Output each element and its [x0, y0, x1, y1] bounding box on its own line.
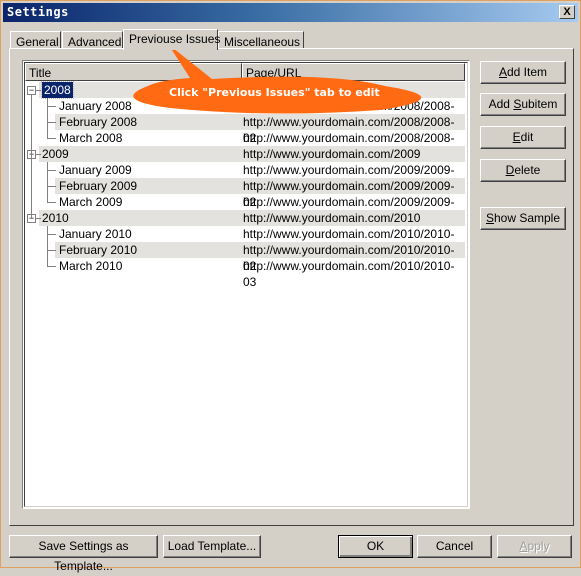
column-title-label: Title	[29, 66, 52, 80]
annotation-text: Click "Previous Issues" tab to edit	[169, 86, 380, 99]
row-url: http://www.yourdomain.com/2010/2010-03	[243, 259, 455, 289]
row-title: March 2010	[59, 259, 123, 273]
tree-item-row[interactable]: January 2009 http://www.yourdomain.com/20…	[25, 162, 465, 193]
row-title: 2009	[42, 147, 69, 161]
tree-connector	[47, 114, 48, 130]
tree-connector	[47, 178, 48, 194]
tab-general[interactable]: General	[10, 31, 61, 49]
tree-connector	[47, 226, 48, 242]
tab-label: Miscellaneous	[224, 35, 301, 49]
tree-connector	[47, 258, 48, 266]
delete-button[interactable]: Delete	[480, 159, 566, 182]
edit-button[interactable]: Edit	[480, 126, 566, 149]
tree-connector	[47, 234, 56, 235]
row-title: February 2008	[59, 115, 138, 129]
tree-item-row[interactable]: February 2008 http://www.yourdomain.com/2…	[25, 114, 465, 145]
tree-connector	[36, 90, 41, 91]
tree-connector	[47, 122, 56, 123]
tree-item-row[interactable]: January 2010 http://www.yourdomain.com/20…	[25, 226, 465, 257]
tree-connector	[47, 170, 56, 171]
cancel-button[interactable]: Cancel	[417, 535, 492, 558]
row-url: http://www.yourdomain.com/2009	[243, 147, 421, 161]
tree-connector	[47, 130, 48, 138]
row-title: January 2010	[59, 227, 132, 241]
tree-connector	[47, 138, 56, 139]
tree-item-row[interactable]: March 2008 http://www.yourdomain.com/2008…	[25, 130, 465, 161]
add-item-button[interactable]: Add Item	[480, 61, 566, 84]
row-title: 2010	[42, 211, 69, 225]
row-title: 2008	[41, 81, 74, 99]
issues-tree-list[interactable]: Title Page/URL −2008 January 2008 http://w…	[22, 60, 470, 509]
column-url-label: Page/URL	[246, 66, 302, 80]
title-bar[interactable]: Settings X	[3, 3, 578, 22]
ok-button[interactable]: OK	[338, 535, 413, 558]
tree-connector	[47, 98, 48, 114]
tree-connector	[47, 266, 56, 267]
tree-connector	[47, 106, 56, 107]
tree-connector	[47, 242, 48, 258]
row-title: March 2009	[59, 195, 123, 209]
row-url: http://www.yourdomain.com/2010	[243, 211, 421, 225]
row-title: February 2010	[59, 243, 138, 257]
tree-item-row[interactable]: February 2010 http://www.yourdomain.com/2…	[25, 242, 465, 273]
save-settings-as-template-button[interactable]: Save Settings as Template...	[9, 535, 158, 573]
tree-connector	[47, 162, 48, 178]
apply-button[interactable]: Apply	[497, 535, 572, 558]
add-subitem-button[interactable]: Add Subitem	[480, 93, 566, 116]
tree-item-row[interactable]: February 2009 http://www.yourdomain.com/2…	[25, 178, 465, 209]
column-header-title[interactable]: Title	[25, 63, 242, 81]
tree-connector	[47, 186, 56, 187]
window-title: Settings	[7, 5, 69, 19]
row-title: January 2008	[59, 99, 132, 113]
close-button[interactable]: X	[559, 5, 575, 19]
tree-connector	[47, 202, 56, 203]
row-title: February 2009	[59, 179, 138, 193]
tree-connector	[36, 154, 41, 155]
tab-label: General	[16, 35, 59, 49]
column-header-url[interactable]: Page/URL	[242, 63, 465, 81]
tab-previous-issues[interactable]: Previouse Issues	[123, 29, 221, 50]
load-template-button[interactable]: Load Template...	[163, 535, 261, 558]
close-icon: X	[563, 6, 571, 18]
tree-item-row[interactable]: March 2010 http://www.yourdomain.com/2010…	[25, 258, 465, 289]
tree-group-row[interactable]: −2009 http://www.yourdomain.com/2009	[25, 146, 465, 162]
tree-item-row[interactable]: January 2008 http://www.yourdomain.com/20…	[25, 98, 465, 129]
tree-group-row[interactable]: −2010 http://www.yourdomain.com/2010	[25, 210, 465, 226]
tab-miscellaneous[interactable]: Miscellaneous	[218, 31, 304, 49]
row-title: January 2009	[59, 163, 132, 177]
tab-label: Advanced	[68, 35, 122, 49]
tree-connector	[36, 218, 41, 219]
row-title: March 2008	[59, 131, 123, 145]
tree-connector	[31, 95, 32, 219]
tab-label: Previouse Issues	[129, 32, 221, 46]
tree-connector	[47, 250, 56, 251]
collapse-icon[interactable]: −	[27, 86, 36, 95]
tree-connector	[47, 194, 48, 202]
show-sample-button[interactable]: Show Sample	[480, 207, 566, 230]
tab-advanced[interactable]: Advanced	[62, 31, 123, 49]
tree-item-row[interactable]: March 2009 http://www.yourdomain.com/2009…	[25, 194, 465, 225]
